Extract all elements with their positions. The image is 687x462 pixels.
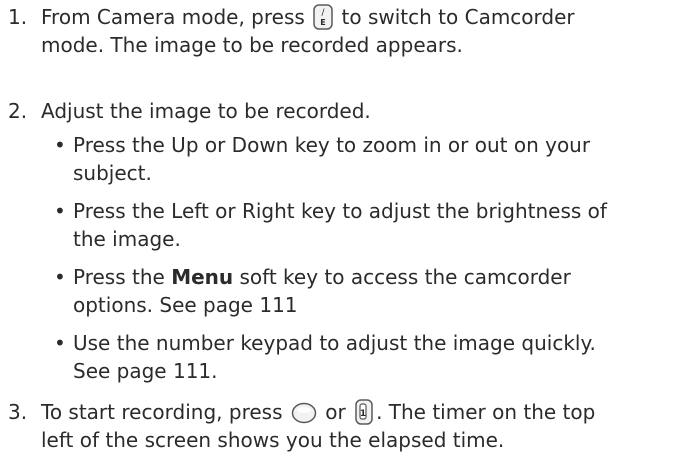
bullet-line: Press the Left or Right key to adjust th… <box>73 199 607 223</box>
bullet-dot: • <box>54 199 66 223</box>
bullet-item: • Use the number keypad to adjust the im… <box>54 329 679 385</box>
camera-mode-key-icon: / E <box>313 4 333 30</box>
step-line: left of the screen shows you the elapsed… <box>41 428 505 452</box>
step-text: or <box>318 400 353 424</box>
round-ok-key-icon <box>291 402 317 424</box>
step-text: . The timer on the top <box>376 400 596 424</box>
bullet-text: Press the <box>73 265 172 289</box>
key-glyph-bottom: E <box>320 18 325 27</box>
bullet-dot: • <box>54 265 66 289</box>
step-line: mode. The image to be recorded appears. <box>41 33 463 57</box>
step-2: 2. Adjust the image to be recorded. <box>8 97 681 125</box>
bullet-line: subject. <box>73 161 152 185</box>
bullet-line: Press the Up or Down key to zoom in or o… <box>73 133 591 157</box>
step-text: From Camera mode, press <box>41 5 312 29</box>
bullet-line: options. See page 111 <box>73 293 298 317</box>
bullet-text: soft key to access the camcorder <box>233 265 571 289</box>
step-number: 1. <box>8 5 28 29</box>
step-text: to switch to Camcorder <box>335 5 575 29</box>
bullet-item: • Press the Menu soft key to access the … <box>54 263 679 319</box>
step-3: 3. To start recording, press or 1 . The t… <box>8 398 681 454</box>
bullet-line: Use the number keypad to adjust the imag… <box>73 331 596 355</box>
bullet-line: See page 111. <box>73 359 218 383</box>
step-number: 2. <box>8 99 28 123</box>
bullet-line: Press the Menu soft key to access the ca… <box>73 263 679 291</box>
bullet-dot: • <box>54 133 66 157</box>
step-text: Adjust the image to be recorded. <box>41 99 371 123</box>
bullet-item: • Press the Up or Down key to zoom in or… <box>54 131 679 187</box>
step-line: From Camera mode, press / E to switch to … <box>41 3 681 31</box>
menu-key-label: Menu <box>171 265 234 289</box>
side-camera-key-icon: 1 <box>354 399 374 425</box>
bullet-line: the image. <box>73 227 181 251</box>
bullet-dot: • <box>54 331 66 355</box>
step-number: 3. <box>8 400 28 424</box>
step-1: 1. From Camera mode, press / E to switch … <box>8 3 681 59</box>
instruction-page: 1. From Camera mode, press / E to switch … <box>0 0 687 462</box>
key-glyph: 1 <box>360 409 366 419</box>
step-body: From Camera mode, press / E to switch to … <box>41 3 681 59</box>
bullet-item: • Press the Left or Right key to adjust … <box>54 197 679 253</box>
step-text: To start recording, press <box>41 400 289 424</box>
step-line: To start recording, press or 1 . The time… <box>41 398 681 426</box>
step-body: To start recording, press or 1 . The time… <box>41 398 681 454</box>
